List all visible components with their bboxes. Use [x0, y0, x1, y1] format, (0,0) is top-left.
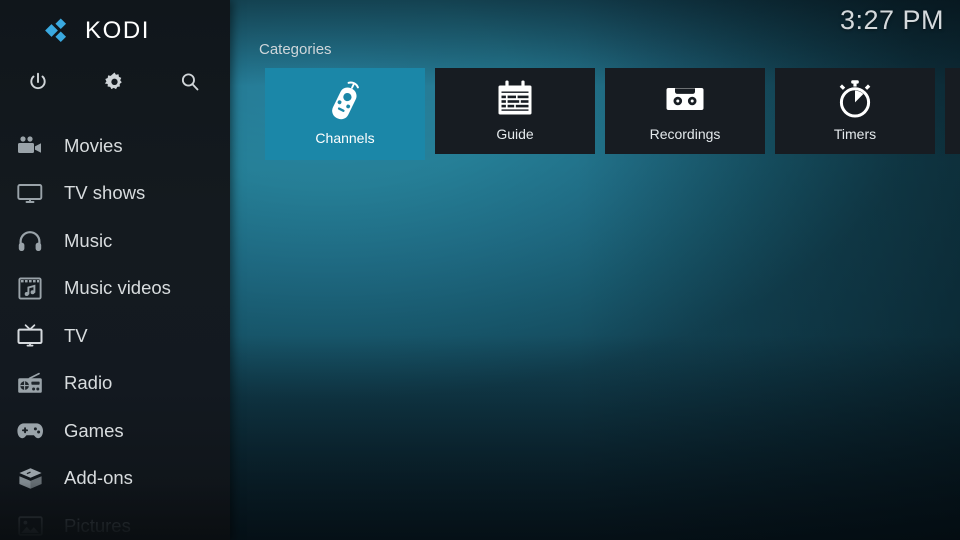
power-button[interactable] — [0, 63, 76, 101]
movie-camera-icon — [14, 133, 46, 159]
gear-icon — [103, 71, 126, 94]
sidebar-item-label: Radio — [64, 374, 112, 393]
sidebar-item-label: TV shows — [64, 184, 145, 203]
app-title: KODI — [85, 19, 150, 43]
remote-control-icon — [324, 76, 366, 126]
sidebar-toolbar — [0, 63, 230, 101]
sidebar-item-label: Music videos — [64, 279, 171, 298]
sidebar-item-add-ons[interactable]: Add-ons — [0, 455, 230, 503]
tile-recordings[interactable]: Recordings — [605, 68, 765, 154]
search-icon — [179, 71, 201, 93]
tile-label: Timers — [834, 127, 876, 141]
tv-antenna-icon — [14, 323, 46, 349]
power-icon — [27, 71, 49, 93]
sidebar-item-radio[interactable]: Radio — [0, 360, 230, 408]
category-tile-list: Channels — [265, 68, 960, 160]
sidebar-item-movies[interactable]: Movies — [0, 122, 230, 170]
sidebar-item-tv-shows[interactable]: TV shows — [0, 170, 230, 218]
tv-monitor-icon — [14, 180, 46, 206]
epg-calendar-icon — [494, 74, 536, 124]
film-note-icon — [14, 275, 46, 301]
sidebar-item-label: Add-ons — [64, 469, 133, 488]
cassette-tape-icon — [664, 74, 706, 124]
clock: 3:27 PM — [840, 4, 944, 36]
categories-label: Categories — [259, 42, 332, 57]
sidebar-item-tv[interactable]: TV — [0, 312, 230, 360]
tile-guide[interactable]: Guide — [435, 68, 595, 154]
sidebar-item-label: Games — [64, 422, 124, 441]
kodi-logo-icon — [44, 17, 74, 45]
sidebar-item-music-videos[interactable]: Music videos — [0, 265, 230, 313]
gamepad-icon — [14, 418, 46, 444]
tile-timers[interactable]: Timers — [775, 68, 935, 154]
settings-button[interactable] — [76, 63, 152, 101]
tile-label: Recordings — [650, 127, 721, 141]
stopwatch-icon — [835, 74, 875, 124]
tile-timer-rules[interactable]: Timer — [945, 68, 960, 154]
sidebar-item-label: Music — [64, 232, 112, 251]
sidebar-item-games[interactable]: Games — [0, 407, 230, 455]
headphones-icon — [14, 228, 46, 254]
sidebar: KODI — [0, 0, 230, 540]
tile-label: Guide — [496, 127, 533, 141]
sidebar-item-label: TV — [64, 327, 88, 346]
tile-channels[interactable]: Channels — [265, 68, 425, 160]
kodi-home-screen: KODI — [0, 0, 960, 540]
app-logo: KODI — [0, 12, 230, 50]
picture-icon — [14, 513, 46, 539]
sidebar-item-music[interactable]: Music — [0, 217, 230, 265]
search-button[interactable] — [152, 63, 228, 101]
addon-box-icon — [14, 465, 46, 491]
sidebar-item-label: Pictures — [64, 517, 131, 536]
tile-label: Channels — [315, 131, 374, 145]
sidebar-item-pictures[interactable]: Pictures — [0, 502, 230, 540]
sidebar-menu: Movies TV shows — [0, 122, 230, 540]
radio-icon — [14, 370, 46, 396]
sidebar-item-label: Movies — [64, 137, 123, 156]
